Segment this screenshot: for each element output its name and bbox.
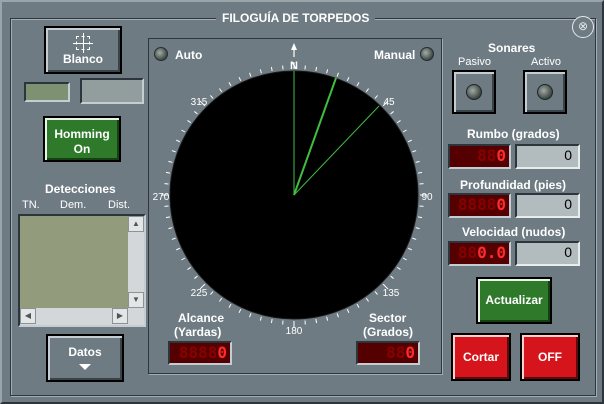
horizontal-scrollbar[interactable]: ◀ ▶ (20, 308, 130, 325)
sector-display: 880 (356, 341, 420, 365)
velocidad-input[interactable]: 0 (515, 241, 580, 266)
cortar-button[interactable]: Cortar (451, 333, 511, 381)
pasivo-label: Pasivo (458, 56, 492, 68)
col-dist: Dist. (108, 199, 130, 211)
blanco-button-label: Blanco (62, 52, 103, 66)
actualizar-button[interactable]: Actualizar (476, 277, 552, 324)
pasivo-button[interactable] (452, 70, 496, 114)
activo-led-icon (537, 84, 553, 100)
manual-label: Manual (374, 48, 416, 62)
auto-label: Auto (175, 48, 203, 62)
col-tn: TN. (22, 199, 40, 211)
profundidad-label: Profundidad (pies) (460, 178, 566, 192)
datos-button-label: Datos (68, 345, 102, 359)
sector-dim: 88 (386, 343, 406, 362)
alcance-display: 88880 (168, 341, 232, 365)
profundidad-dim: 8888 (457, 195, 497, 214)
sector-unit: (Grados) (363, 325, 414, 339)
target-name-field[interactable] (80, 78, 144, 104)
crosshair-icon (73, 33, 93, 53)
homing-button[interactable]: Homming On (43, 116, 121, 162)
vertical-scrollbar[interactable]: ▲ ▼ (128, 216, 144, 308)
sonares-label: Sonares (488, 41, 536, 55)
rumbo-display: 880 (448, 144, 511, 169)
rumbo-led-value: 0 (496, 146, 506, 165)
scroll-left-icon[interactable]: ◀ (20, 308, 36, 324)
manual-led-icon (420, 47, 434, 61)
alcance-value: 0 (217, 343, 227, 362)
rumbo-input[interactable]: 0 (515, 144, 580, 169)
off-button[interactable]: OFF (520, 333, 580, 381)
activo-label: Activo (531, 56, 561, 68)
scroll-right-icon[interactable]: ▶ (112, 308, 128, 324)
sector-value: 0 (405, 343, 415, 362)
detections-label: Detecciones (45, 182, 116, 196)
profundidad-input[interactable]: 0 (515, 193, 580, 218)
close-icon[interactable]: ⊗ (572, 16, 594, 38)
dropdown-arrow-icon (79, 364, 91, 370)
rumbo-dim: 88 (477, 146, 497, 165)
rumbo-label: Rumbo (grados) (467, 127, 560, 141)
sector-label: Sector (369, 311, 407, 325)
pasivo-led-icon (466, 84, 482, 100)
panel-title: FILOGUÍA DE TORPEDOS (216, 10, 376, 26)
velocidad-label: Velocidad (nudos) (462, 225, 566, 239)
scroll-up-icon[interactable]: ▲ (128, 216, 144, 232)
homing-button-line1: Homming (54, 127, 110, 141)
velocidad-display: 880.0 (448, 241, 511, 266)
col-dem: Dem. (60, 199, 87, 211)
target-id-field (24, 82, 70, 102)
datos-button[interactable]: Datos (46, 334, 124, 382)
activo-button[interactable] (523, 70, 567, 114)
profundidad-led-value: 0 (496, 195, 506, 214)
blanco-button[interactable]: Blanco (44, 26, 122, 74)
detections-list[interactable]: ▲ ▼ ◀ ▶ (18, 214, 146, 327)
profundidad-display: 88880 (448, 193, 511, 218)
velocidad-dim: 88 (457, 243, 478, 262)
auto-led-icon (154, 47, 168, 61)
alcance-dim: 8888 (178, 343, 218, 362)
homing-button-line2: On (73, 142, 91, 156)
alcance-unit: (Yardas) (174, 325, 222, 339)
scroll-down-icon[interactable]: ▼ (128, 292, 144, 308)
alcance-label: Alcance (178, 311, 225, 325)
scroll-corner (128, 308, 144, 325)
velocidad-led-value: 0.0 (477, 243, 506, 262)
torpedo-panel: FILOGUÍA DE TORPEDOS ⊗ Blanco Homming On… (0, 0, 604, 404)
